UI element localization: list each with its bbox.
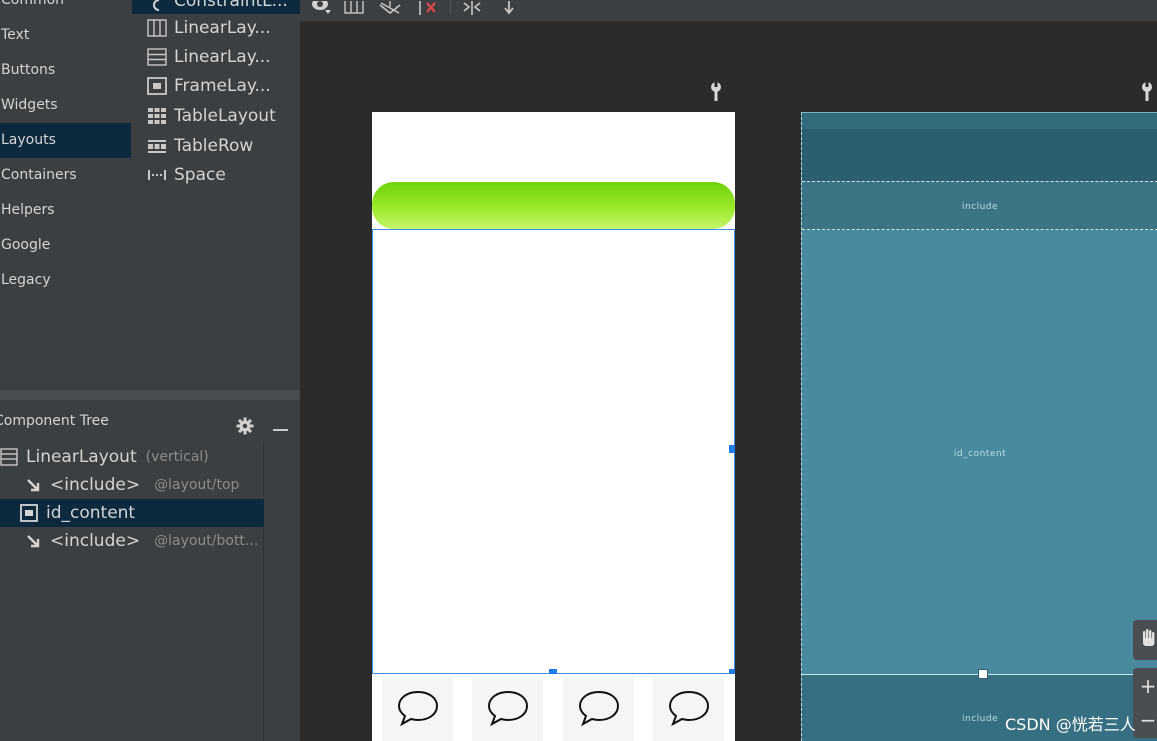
component-tree-panel: Component Tree LinearLayout (vertical) <… (0, 390, 300, 741)
tree-node-hint: (vertical) (145, 449, 209, 465)
blueprint-include-top[interactable]: include (802, 181, 1157, 230)
blueprint-label: id_content (953, 449, 1007, 459)
include-arrow-icon (24, 532, 42, 550)
hide-panel-button[interactable] (273, 429, 288, 431)
category-containers[interactable]: Containers (0, 158, 131, 193)
tree-side-gutter (265, 442, 300, 741)
hand-icon (1140, 628, 1156, 652)
table-layout-icon (147, 107, 167, 125)
tree-node-include-top[interactable]: <include> @layout/top (0, 471, 264, 499)
pack-icon[interactable] (462, 0, 482, 15)
linear-layout-vertical-icon (147, 48, 167, 66)
tree-node-hint: @layout/bott... (154, 533, 259, 549)
palette-item-label: LinearLay... (174, 18, 271, 38)
category-buttons[interactable]: Buttons (0, 53, 131, 88)
tree-node-label: <include> (50, 475, 141, 495)
design-toolbar (300, 0, 1157, 22)
id-content-frame[interactable] (372, 229, 735, 674)
palette-item-constraint-layout[interactable]: ConstraintL... (132, 0, 300, 14)
space-icon (147, 166, 167, 184)
frame-layout-icon (147, 77, 167, 95)
constraint-layout-icon (147, 0, 167, 14)
table-row-icon (147, 137, 167, 155)
blueprint-status-strip (802, 113, 1157, 129)
baseline-arrow-icon[interactable] (502, 0, 516, 15)
clear-constraints-icon[interactable] (418, 0, 440, 15)
blueprint-preview[interactable]: include id_content include (801, 112, 1157, 741)
blueprint-toggle-icon[interactable] (344, 0, 364, 14)
bottom-tab[interactable] (653, 678, 724, 741)
pan-hand-button[interactable] (1133, 620, 1157, 660)
category-widgets[interactable]: Widgets (0, 88, 131, 123)
palette-item-space[interactable]: Space (147, 161, 226, 189)
chat-bubble-icon (576, 688, 622, 732)
palette-item-label: FrameLay... (174, 76, 271, 96)
palette-item-frame-layout[interactable]: FrameLay... (147, 72, 271, 100)
palette-item-label: TableRow (174, 136, 254, 156)
bottom-include-bar[interactable] (372, 674, 735, 741)
zoom-in-button[interactable]: + (1140, 674, 1157, 698)
bottom-tab[interactable] (472, 678, 543, 741)
component-tree-list: LinearLayout (vertical) <include> @layou… (0, 442, 264, 741)
wrench-icon[interactable] (1140, 82, 1154, 102)
category-common[interactable]: Common (0, 0, 131, 18)
design-surface: include id_content include + − (300, 0, 1157, 741)
blueprint-top-area (802, 113, 1157, 181)
gear-icon[interactable] (236, 417, 254, 435)
frame-layout-icon (20, 504, 38, 522)
tree-node-include-bottom[interactable]: <include> @layout/bott... (0, 527, 264, 555)
category-legacy[interactable]: Legacy (0, 263, 131, 298)
tree-node-id-content[interactable]: id_content (0, 499, 264, 527)
component-tree-title: Component Tree (0, 413, 109, 429)
palette-item-table-row[interactable]: TableRow (147, 132, 253, 160)
linear-layout-horizontal-icon (147, 19, 167, 37)
category-text[interactable]: Text (0, 18, 131, 53)
top-include-bar[interactable] (372, 182, 735, 229)
palette-item-linear-layout-horizontal[interactable]: LinearLay... (147, 14, 271, 42)
panel-splitter[interactable] (0, 390, 300, 400)
bottom-tab[interactable] (563, 678, 634, 741)
tree-node-linear-layout[interactable]: LinearLayout (vertical) (0, 443, 264, 471)
tree-node-label: id_content (46, 503, 136, 523)
zoom-out-button[interactable]: − (1140, 708, 1157, 732)
eye-icon[interactable] (311, 0, 331, 14)
resize-handle[interactable] (978, 669, 988, 679)
palette-item-table-layout[interactable]: TableLayout (147, 102, 276, 130)
palette-item-label: TableLayout (174, 106, 276, 126)
blueprint-label: include (961, 202, 999, 212)
wrench-icon[interactable] (709, 82, 723, 102)
design-preview[interactable] (372, 112, 735, 741)
include-arrow-icon (24, 476, 42, 494)
category-helpers[interactable]: Helpers (0, 193, 131, 228)
category-layouts[interactable]: Layouts (0, 123, 131, 158)
chat-bubble-icon (485, 688, 531, 732)
tree-node-label: <include> (50, 531, 141, 551)
chat-bubble-icon (666, 688, 712, 732)
palette-item-label: Space (174, 165, 226, 185)
resize-handle[interactable] (729, 445, 735, 453)
blueprint-id-content[interactable]: id_content (802, 230, 1157, 674)
tree-node-hint: @layout/top (154, 477, 240, 493)
watermark: CSDN @恍若三人 (1005, 715, 1136, 734)
category-google[interactable]: Google (0, 228, 131, 263)
chat-bubble-icon (395, 688, 441, 732)
palette-panel: Common Text Buttons Widgets Layouts Cont… (0, 0, 300, 390)
palette-item-label: LinearLay... (174, 47, 271, 67)
bottom-tab[interactable] (382, 678, 453, 741)
blueprint-label: include (962, 714, 999, 724)
component-tree-header: Component Tree (0, 400, 300, 435)
zoom-controls: + − (1133, 668, 1157, 738)
palette-item-linear-layout-vertical[interactable]: LinearLay... (147, 43, 271, 71)
autoconnect-icon[interactable] (378, 0, 402, 15)
linear-layout-icon (0, 448, 18, 466)
tree-node-label: LinearLayout (26, 447, 137, 467)
palette-item-label: ConstraintL... (174, 0, 288, 11)
